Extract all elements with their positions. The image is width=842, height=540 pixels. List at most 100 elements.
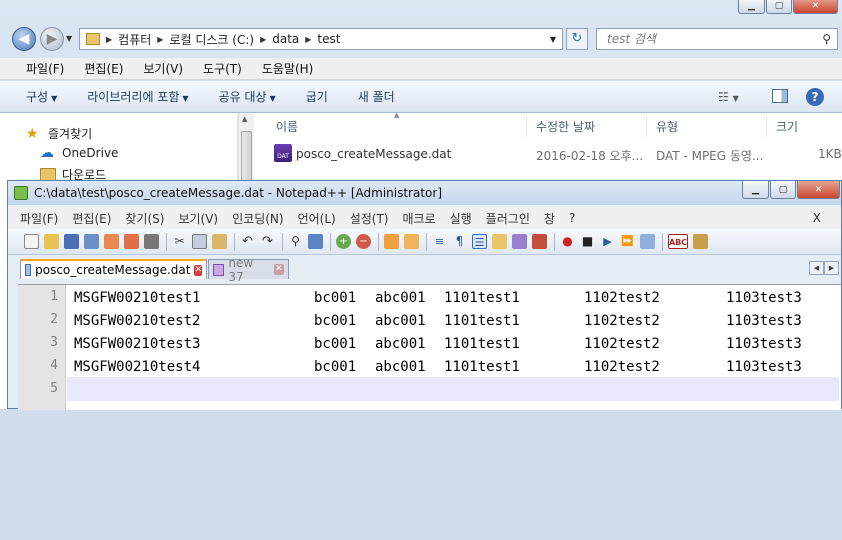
save-macro-icon[interactable] [640,234,655,249]
run-macro-multiple-icon[interactable]: ⏩ [620,234,635,249]
editor-area[interactable]: 1 2 3 4 5 MSGFW00210test1 bc001 abc001 1… [18,284,841,410]
word-wrap-icon[interactable]: ≡ [432,234,447,249]
include-in-library-button[interactable]: 라이브러리에 포함 ▼ [87,88,188,105]
toolbar-separator [662,232,663,251]
tab-new-37[interactable]: new 37 ✕ [208,256,289,284]
address-bar[interactable]: ▶ 컴퓨터 ▶ 로컬 디스크 (C:) ▶ data ▶ test ▼ [79,28,563,50]
menu-settings[interactable]: 설정(T) [350,210,389,227]
close-file-icon[interactable] [104,234,119,249]
save-all-icon[interactable] [84,234,99,249]
breadcrumb-local-disk[interactable]: 로컬 디스크 (C:) [169,31,254,48]
menu-run[interactable]: 실행 [450,210,472,227]
menu-plugins[interactable]: 플러그인 [486,210,530,227]
doc-map-icon[interactable] [512,234,527,249]
zoom-out-icon[interactable]: − [356,234,371,249]
tab-posco-createmessage[interactable]: posco_createMessage.dat ✕ [20,259,207,279]
close-icon[interactable]: ✕ [194,264,202,276]
sync-horizontal-icon[interactable] [404,234,419,249]
organize-button[interactable]: 구성 ▼ [26,88,57,105]
menu-tools[interactable]: 도구(T) [203,60,242,77]
minimize-button[interactable]: ▁ [742,181,769,199]
view-options-icon[interactable]: ☷ ▼ [718,90,739,104]
menu-window[interactable]: 창 [544,210,555,227]
indent-guide-icon[interactable]: ☰ [472,234,487,249]
close-document-button[interactable]: X [813,211,821,225]
column-header-size[interactable]: 크기 [776,118,798,135]
udl-icon[interactable] [492,234,507,249]
menu-view[interactable]: 보기(V) [178,210,218,227]
replace-icon[interactable] [308,234,323,249]
find-icon[interactable]: ⚲ [288,234,303,249]
tab-scroll-right-icon[interactable]: ▶ [824,261,839,275]
menu-search[interactable]: 찾기(S) [125,210,164,227]
stop-recording-icon[interactable]: ■ [580,234,595,249]
save-icon[interactable] [64,234,79,249]
code-line: MSGFW00210test2 bc001 abc001 1101test1 1… [74,313,802,329]
menu-file[interactable]: 파일(F) [26,60,64,77]
scrollbar-thumb[interactable] [241,131,252,181]
menu-edit[interactable]: 편집(E) [84,60,123,77]
menu-encoding[interactable]: 인코딩(N) [232,210,283,227]
show-all-chars-icon[interactable]: ¶ [452,234,467,249]
column-header-name[interactable]: 이름 [276,118,298,135]
menu-macro[interactable]: 매크로 [403,210,436,227]
column-divider[interactable] [766,115,767,137]
menu-edit[interactable]: 편집(E) [72,210,111,227]
menu-help[interactable]: 도움말(H) [262,60,314,77]
spell-check-icon[interactable]: ABC [668,234,688,249]
close-all-icon[interactable] [124,234,139,249]
address-dropdown-icon[interactable]: ▼ [550,35,556,44]
file-name[interactable]: posco_createMessage.dat [296,147,451,161]
refresh-icon[interactable]: ↻ [566,28,588,50]
tab-scroll-left-icon[interactable]: ◀ [809,261,824,275]
preview-pane-icon[interactable] [772,89,788,103]
scroll-up-icon[interactable]: ▲ [242,115,247,123]
toolbar-separator [330,232,331,251]
menu-language[interactable]: 언어(L) [298,210,336,227]
maximize-button[interactable]: ▢ [770,181,796,199]
column-divider[interactable] [646,115,647,137]
help-icon[interactable]: ? [806,88,824,106]
recent-pages-dropdown-icon[interactable]: ▼ [66,34,72,43]
cut-icon[interactable]: ✂ [172,234,187,249]
close-icon[interactable]: ✕ [273,264,285,275]
print-icon[interactable] [144,234,159,249]
zoom-in-icon[interactable]: + [336,234,351,249]
copy-icon[interactable] [192,234,207,249]
new-folder-button[interactable]: 새 폴더 [358,88,395,105]
breadcrumb-computer[interactable]: 컴퓨터 [118,31,151,48]
chevron-right-icon: ▶ [305,34,312,44]
menu-file[interactable]: 파일(F) [20,210,58,227]
close-button[interactable]: ✕ [797,181,840,199]
burn-button[interactable]: 굽기 [306,88,328,105]
line-number: 4 [50,358,58,373]
forward-icon[interactable]: ▶ [40,27,64,51]
menu-view[interactable]: 보기(V) [143,60,183,77]
paste-icon[interactable] [212,234,227,249]
nav-item-favorites[interactable]: ★ 즐겨찾기 [26,125,92,142]
search-input[interactable]: test 검색 ⚲ [596,28,838,50]
record-macro-icon[interactable]: ● [560,234,575,249]
new-file-icon[interactable] [24,234,39,249]
minimize-button[interactable]: ▁ [738,0,765,14]
undo-icon[interactable]: ↶ [240,234,255,249]
back-icon[interactable]: ◀ [12,27,36,51]
column-divider[interactable] [526,115,527,137]
share-with-button[interactable]: 공유 대상 ▼ [219,88,276,105]
column-header-modified[interactable]: 수정한 날짜 [536,118,595,135]
playback-macro-icon[interactable]: ▶ [600,234,615,249]
spell-options-icon[interactable] [693,234,708,249]
open-file-icon[interactable] [44,234,59,249]
menu-help[interactable]: ? [569,211,575,225]
explorer-titlebar: ▁ ▢ ✕ [0,0,842,20]
breadcrumb-data[interactable]: data [272,32,299,46]
breadcrumb-test[interactable]: test [317,32,340,46]
nav-item-onedrive[interactable]: ☁ OneDrive [40,146,118,160]
column-header-type[interactable]: 유형 [656,118,678,135]
function-list-icon[interactable] [532,234,547,249]
search-icon[interactable]: ⚲ [822,29,831,49]
redo-icon[interactable]: ↷ [260,234,275,249]
close-button[interactable]: ✕ [793,0,838,14]
sync-vertical-icon[interactable] [384,234,399,249]
maximize-button[interactable]: ▢ [766,0,792,14]
